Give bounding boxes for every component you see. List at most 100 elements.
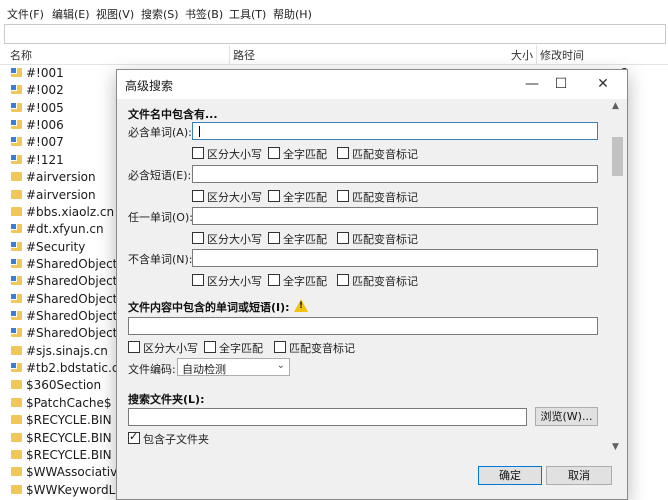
folder-icon <box>11 449 22 459</box>
checkbox-label: 区分大小写 <box>207 148 262 161</box>
menu-search[interactable]: 搜索(S) <box>141 6 179 22</box>
shortcut-folder-icon <box>10 223 22 234</box>
shortcut-folder-icon <box>10 101 22 112</box>
must-contain-words-input[interactable] <box>192 122 598 140</box>
warning-icon: ! <box>294 299 308 312</box>
dialog-scrollbar[interactable]: ▲ ▼ <box>609 99 626 454</box>
checkbox-label: 全字匹配 <box>283 148 327 161</box>
must-contain-phrase-label: 必含短语(E): <box>128 169 192 182</box>
list-header: 名称 路径 大小 修改时间 <box>0 45 668 65</box>
filename-section-label: 文件名中包含有... <box>128 108 218 121</box>
shortcut-folder-icon <box>10 67 22 77</box>
shortcut-folder-icon <box>10 327 22 338</box>
shortcut-folder-icon <box>10 153 22 164</box>
file-name: #SharedObjects <box>26 291 124 306</box>
chevron-down-icon: ⌄ <box>276 360 285 371</box>
folder-icon <box>11 397 22 407</box>
checkbox-box <box>268 190 280 202</box>
file-name: $RECYCLE.BIN <box>26 430 112 445</box>
folder-icon <box>11 432 22 442</box>
checkbox-box <box>274 341 286 353</box>
checkbox-box <box>204 341 216 353</box>
checkbox-box <box>337 147 349 159</box>
checkbox-label: 全字匹配 <box>283 233 327 246</box>
checkbox-box <box>192 190 204 202</box>
exclude-words-label: 不含单词(N): <box>128 253 193 266</box>
scroll-thumb[interactable] <box>612 137 623 176</box>
folder-icon <box>11 345 22 355</box>
scroll-up-icon[interactable]: ▲ <box>612 101 619 111</box>
column-modified[interactable]: 修改时间 <box>540 47 584 63</box>
any-word-input[interactable] <box>192 207 598 225</box>
encoding-label: 文件编码: <box>128 363 176 376</box>
checkbox-label: 匹配变音标记 <box>352 233 418 246</box>
advanced-search-dialog: 高级搜索 — ☐ ✕ 文件名中包含有... 必含单词(A): 区分大小写 全字匹… <box>116 69 628 500</box>
column-divider[interactable] <box>536 45 537 64</box>
exclude-words-input[interactable] <box>192 249 598 267</box>
content-search-input[interactable] <box>128 317 598 335</box>
file-name: #!002 <box>26 83 64 98</box>
maximize-icon[interactable]: ☐ <box>542 70 580 99</box>
content-section-label: 文件内容中包含的单词或短语(I): <box>128 301 290 314</box>
checkbox-box <box>337 190 349 202</box>
menu-tools[interactable]: 工具(T) <box>229 6 266 22</box>
shortcut-folder-icon <box>10 119 22 130</box>
dialog-content: 文件名中包含有... 必含单词(A): 区分大小写 全字匹配 匹配变音标记 必含… <box>117 99 627 499</box>
file-name: $RECYCLE.BIN <box>26 447 112 462</box>
file-name: #SharedObjects <box>26 256 124 271</box>
checkbox-box <box>128 430 140 444</box>
file-name: #!001 <box>26 66 64 80</box>
must-contain-phrase-input[interactable] <box>192 165 598 183</box>
checkbox-label: 匹配变音标记 <box>352 148 418 161</box>
menu-bookmarks[interactable]: 书签(B) <box>185 6 223 22</box>
checkbox-box <box>192 147 204 159</box>
file-name: #SharedObjects <box>26 326 124 341</box>
file-name: #!006 <box>26 118 64 133</box>
checkbox-label: 包含子文件夹 <box>143 433 209 446</box>
folder-icon <box>11 415 22 425</box>
file-name: #!121 <box>26 152 64 167</box>
checkbox-label: 区分大小写 <box>207 191 262 204</box>
scroll-down-icon[interactable]: ▼ <box>612 442 619 452</box>
checkbox-label: 匹配变音标记 <box>289 342 355 355</box>
file-name: #SharedObjects <box>26 274 124 289</box>
file-name: #airversion <box>26 170 96 185</box>
encoding-select[interactable]: 自动检测 ⌄ <box>177 358 290 376</box>
text-caret <box>199 126 200 137</box>
dialog-titlebar[interactable]: 高级搜索 — ☐ ✕ <box>117 70 627 99</box>
column-size[interactable]: 大小 <box>511 47 533 63</box>
shortcut-folder-icon <box>10 84 22 95</box>
checkbox-box <box>268 232 280 244</box>
checkbox-box <box>337 274 349 286</box>
file-name: #dt.xfyun.cn <box>26 222 104 237</box>
file-name: $PatchCache$ <box>26 395 112 410</box>
menu-help[interactable]: 帮助(H) <box>273 6 312 22</box>
folder-icon <box>11 467 22 477</box>
ok-button[interactable]: 确定 <box>478 466 542 485</box>
checkbox-label: 区分大小写 <box>207 233 262 246</box>
column-divider[interactable] <box>229 45 230 64</box>
menu-file[interactable]: 文件(F) <box>7 6 44 22</box>
main-search-input[interactable] <box>4 24 666 44</box>
file-name: #!005 <box>26 100 64 115</box>
folder-icon <box>11 189 22 199</box>
menu-edit[interactable]: 编辑(E) <box>52 6 90 22</box>
shortcut-folder-icon <box>10 275 22 286</box>
menu-view[interactable]: 视图(V) <box>96 6 134 22</box>
folder-input[interactable] <box>128 408 527 426</box>
browse-button[interactable]: 浏览(W)... <box>535 407 598 426</box>
folder-section-label: 搜索文件夹(L): <box>128 393 205 406</box>
file-name: #SharedObjects <box>26 309 124 324</box>
column-path[interactable]: 路径 <box>233 47 255 63</box>
checkbox-label: 区分大小写 <box>143 342 198 355</box>
checkbox-box <box>268 274 280 286</box>
must-contain-words-label: 必含单词(A): <box>128 126 192 139</box>
file-name: #bbs.xiaolz.cn <box>26 204 115 219</box>
checkbox-label: 匹配变音标记 <box>352 191 418 204</box>
file-name: $360Section <box>26 378 102 393</box>
checkbox-box <box>192 274 204 286</box>
checkbox-label: 全字匹配 <box>283 191 327 204</box>
close-icon[interactable]: ✕ <box>584 70 622 99</box>
column-name[interactable]: 名称 <box>10 47 32 63</box>
cancel-button[interactable]: 取消 <box>546 466 612 485</box>
